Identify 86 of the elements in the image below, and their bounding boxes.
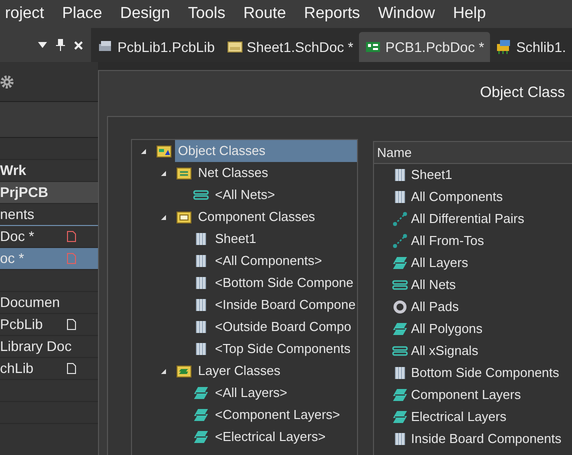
circuit-board-icon bbox=[365, 39, 382, 55]
chip-icon bbox=[392, 431, 408, 447]
tree-item[interactable]: Sheet1 bbox=[212, 228, 260, 250]
project-item[interactable]: Doc * bbox=[0, 226, 34, 247]
chip-icon bbox=[193, 253, 209, 269]
pin-icon[interactable] bbox=[56, 39, 66, 51]
list-item[interactable]: All Pads bbox=[411, 297, 459, 317]
layer-icon bbox=[193, 407, 209, 423]
menu-item[interactable]: Route bbox=[234, 2, 296, 26]
expand-arrow-icon[interactable] bbox=[160, 368, 167, 374]
gear-icon[interactable] bbox=[0, 74, 14, 88]
project-item[interactable]: Documen bbox=[0, 292, 60, 313]
tree-item[interactable]: <Top Side Components bbox=[212, 338, 354, 360]
list-item[interactable]: Bottom Side Components bbox=[411, 363, 560, 383]
menu-item[interactable]: Place bbox=[53, 2, 112, 26]
expand-arrow-icon[interactable] bbox=[140, 148, 147, 154]
document-tab[interactable]: Schlib1. bbox=[490, 32, 572, 62]
folder-icon bbox=[156, 143, 172, 159]
tree-item[interactable]: Component Classes bbox=[195, 206, 318, 228]
list-item[interactable]: All Polygons bbox=[411, 319, 483, 339]
folder-icon bbox=[176, 165, 192, 181]
expand-arrow-icon[interactable] bbox=[160, 170, 167, 176]
menu-item[interactable]: roject bbox=[0, 2, 54, 26]
list-item[interactable]: Electrical Layers bbox=[411, 407, 506, 427]
document-tab[interactable]: PcbLib1.PcbLib bbox=[91, 32, 221, 62]
layer-icon bbox=[392, 409, 408, 425]
menu-item[interactable]: Window bbox=[369, 2, 444, 26]
chip-icon bbox=[193, 297, 209, 313]
tree-item[interactable]: Net Classes bbox=[195, 162, 272, 184]
project-item[interactable]: Library Doc bbox=[0, 336, 72, 357]
chip-icon bbox=[392, 189, 408, 205]
list-item[interactable]: Component Layers bbox=[411, 385, 521, 405]
layer-icon bbox=[193, 385, 209, 401]
chip-icon bbox=[193, 231, 209, 247]
project-item[interactable]: PcbLib bbox=[0, 314, 43, 335]
pad-icon bbox=[392, 299, 408, 315]
chip-icon bbox=[193, 341, 209, 357]
sheet-icon bbox=[226, 39, 243, 55]
chip-icon bbox=[193, 275, 209, 291]
document-tab[interactable]: Sheet1.SchDoc * bbox=[220, 32, 360, 62]
tree-item[interactable]: <All Layers> bbox=[212, 382, 290, 404]
column-header[interactable]: Name bbox=[377, 142, 412, 162]
tree-item[interactable]: <Electrical Layers> bbox=[212, 426, 329, 448]
pair-icon bbox=[392, 211, 408, 227]
tree-item[interactable]: <Component Layers> bbox=[212, 404, 344, 426]
dropdown-icon[interactable] bbox=[38, 42, 48, 48]
tree-item[interactable]: <Bottom Side Compone bbox=[212, 272, 356, 294]
menu-item[interactable]: Help bbox=[444, 2, 495, 26]
document-icon bbox=[67, 253, 76, 264]
list-item[interactable]: Inside Board Components bbox=[411, 429, 562, 449]
list-item[interactable]: All Components bbox=[411, 187, 503, 207]
project-item[interactable]: nents bbox=[0, 204, 34, 225]
menu-item[interactable]: Design bbox=[111, 2, 179, 26]
layer-icon bbox=[392, 255, 408, 271]
chip-icon bbox=[392, 365, 408, 381]
layer-icon bbox=[392, 321, 408, 337]
tree-item[interactable]: <All Components> bbox=[212, 250, 325, 272]
layer-icon bbox=[392, 387, 408, 403]
pair-icon bbox=[392, 233, 408, 249]
tree-item[interactable]: <Inside Board Compone bbox=[212, 294, 357, 316]
folder-icon bbox=[176, 209, 192, 225]
list-item[interactable]: All Nets bbox=[411, 275, 456, 295]
list-item[interactable]: All Layers bbox=[411, 253, 468, 273]
document-tab[interactable]: PCB1.PcbDoc * bbox=[359, 32, 490, 62]
project-item[interactable]: chLib bbox=[0, 358, 34, 379]
menu-item[interactable]: Reports bbox=[295, 2, 370, 26]
folder-icon bbox=[176, 363, 192, 379]
list-item[interactable]: All Differential Pairs bbox=[411, 209, 524, 229]
project-item[interactable]: Wrk bbox=[0, 160, 26, 181]
document-icon bbox=[67, 319, 76, 330]
layer-icon bbox=[193, 429, 209, 445]
chip-icon bbox=[193, 319, 209, 335]
close-icon[interactable] bbox=[74, 40, 84, 50]
tree-item[interactable]: Layer Classes bbox=[195, 360, 284, 382]
list-item[interactable]: All From-Tos bbox=[411, 231, 484, 251]
menu-item[interactable]: Tools bbox=[178, 2, 234, 26]
tree-item[interactable]: <All Nets> bbox=[212, 184, 278, 206]
document-icon bbox=[67, 231, 76, 242]
component-library-icon bbox=[496, 39, 512, 55]
chip-icon bbox=[392, 167, 408, 183]
list-item[interactable]: All xSignals bbox=[411, 341, 478, 361]
list-item[interactable]: Sheet1 bbox=[411, 165, 452, 185]
dialog-title: Object Class bbox=[480, 83, 565, 104]
document-icon bbox=[67, 363, 76, 374]
expand-arrow-icon[interactable] bbox=[160, 214, 167, 220]
tree-item[interactable]: <Outside Board Compo bbox=[212, 316, 354, 338]
